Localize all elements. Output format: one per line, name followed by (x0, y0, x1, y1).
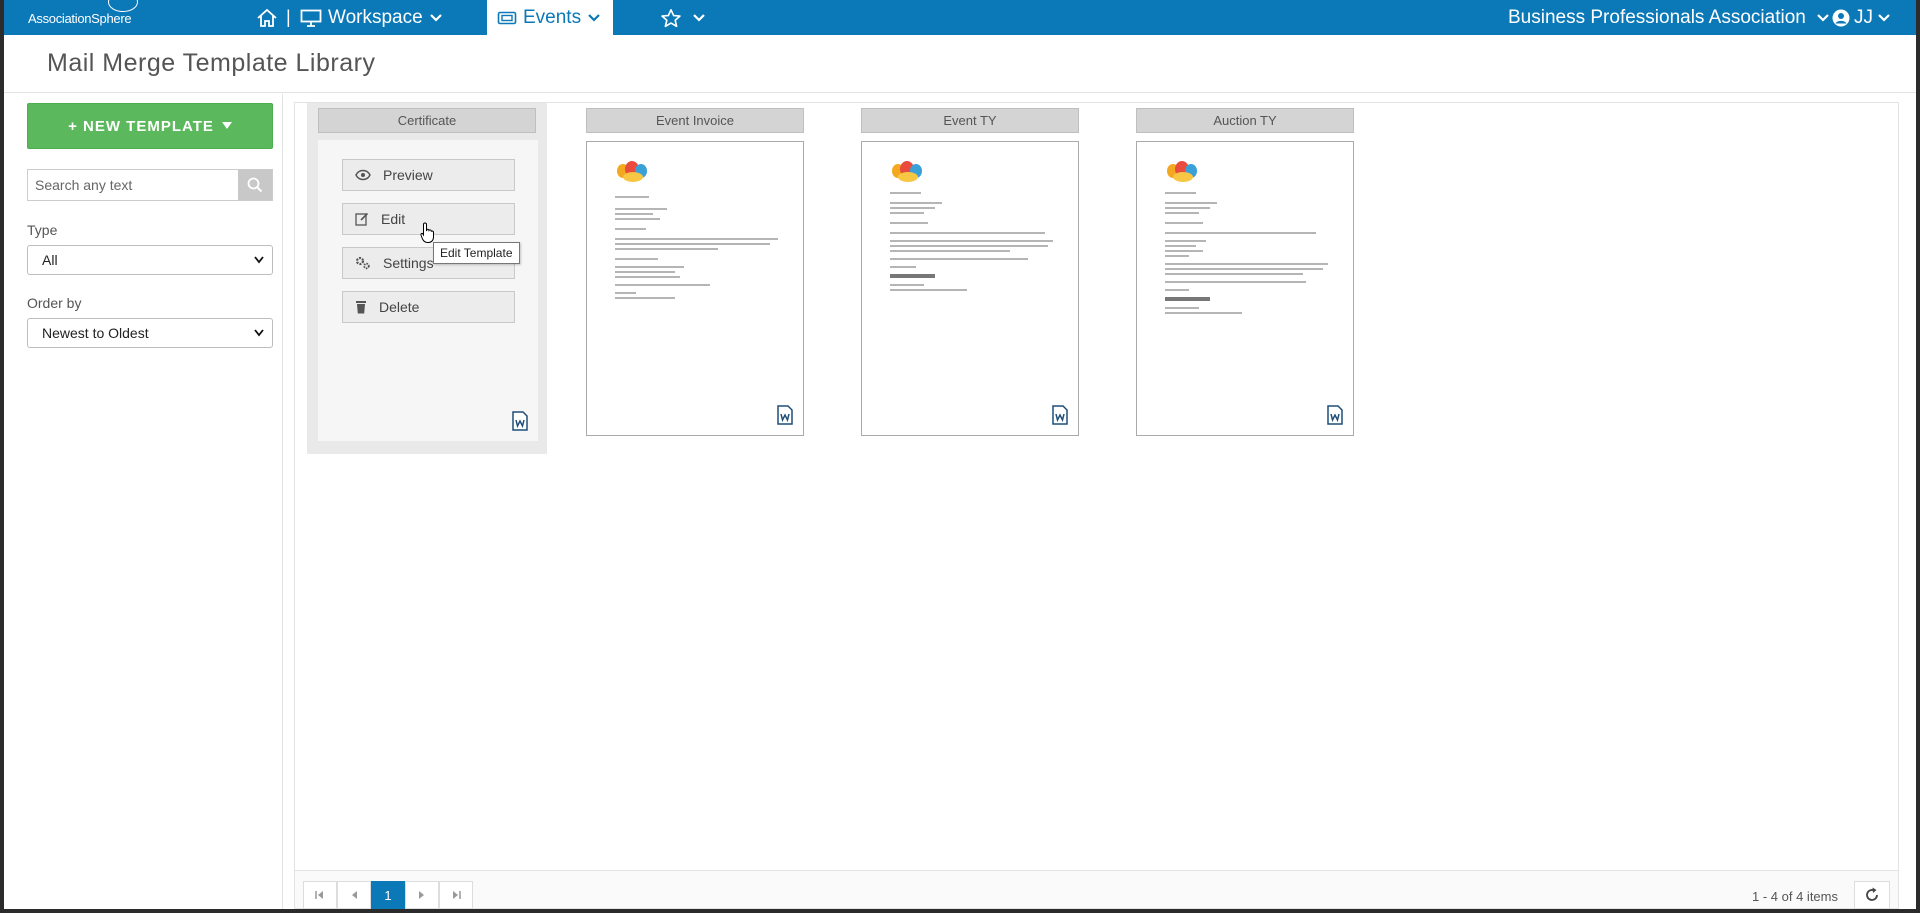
chevron-down-icon (693, 13, 705, 22)
ticket-icon (497, 11, 517, 24)
template-grid: Certificate Preview Edit Settings Delete… (294, 102, 1899, 909)
search-icon (247, 177, 263, 193)
delete-label: Delete (379, 299, 420, 315)
gears-icon (355, 256, 370, 270)
document-preview (1165, 158, 1337, 314)
monitor-icon (300, 9, 322, 27)
chevron-down-icon (1817, 13, 1829, 22)
template-title: Certificate (318, 108, 536, 133)
order-select-value: Newest to Oldest (42, 325, 149, 341)
order-select[interactable]: Newest to Oldest (27, 318, 273, 348)
previous-page-button[interactable] (337, 881, 371, 909)
previous-icon (352, 891, 357, 899)
nav-separator: | (286, 7, 291, 27)
caret-down-icon (221, 122, 232, 129)
type-label: Type (27, 222, 58, 238)
template-title: Auction TY (1136, 108, 1354, 133)
refresh-icon (1866, 887, 1878, 901)
pagination-bar: 1 1 - 4 of 4 items (295, 870, 1898, 909)
search-button[interactable] (238, 170, 272, 200)
page-header: Mail Merge Template Library (4, 35, 1916, 93)
filter-sidebar: + NEW TEMPLATE Type All Order by Newest … (4, 94, 283, 909)
page-number-button[interactable]: 1 (371, 881, 405, 909)
template-title: Event TY (861, 108, 1079, 133)
template-thumbnail (586, 141, 804, 436)
delete-button[interactable]: Delete (342, 291, 515, 323)
chevron-down-icon (254, 256, 264, 264)
template-thumbnail (861, 141, 1079, 436)
preview-label: Preview (383, 167, 433, 183)
template-title: Event Invoice (586, 108, 804, 133)
document-preview (890, 158, 1062, 291)
logo-icon (1165, 158, 1201, 184)
next-page-button[interactable] (405, 881, 439, 909)
logo-icon (615, 158, 651, 184)
preview-button[interactable]: Preview (342, 159, 515, 191)
edit-label: Edit (381, 211, 406, 227)
template-card-certificate[interactable]: Certificate Preview Edit Settings Delete (307, 103, 547, 454)
favorites-menu[interactable] (660, 0, 706, 35)
chevron-down-icon (588, 13, 600, 22)
user-circle-icon (1832, 9, 1850, 26)
nav-workspace-label: Workspace (328, 6, 423, 28)
first-page-icon (315, 891, 323, 899)
edit-tooltip: Edit Template (433, 242, 520, 264)
document-preview (615, 158, 787, 299)
word-document-icon (1327, 405, 1343, 425)
logo-icon (890, 158, 926, 184)
type-select[interactable]: All (27, 245, 273, 275)
word-document-icon (512, 411, 528, 431)
items-count: 1 - 4 of 4 items (1752, 889, 1838, 904)
settings-label: Settings (383, 255, 434, 271)
nav-events-menu[interactable]: Events (487, 0, 613, 35)
template-actions-panel: Preview Edit Settings Delete (318, 140, 538, 441)
star-icon (661, 8, 681, 27)
last-page-icon (453, 891, 461, 899)
edit-icon (355, 212, 369, 226)
organization-menu[interactable]: Business Professionals Association (1508, 0, 1830, 35)
organization-name: Business Professionals Association (1508, 6, 1806, 28)
type-select-value: All (42, 252, 58, 268)
home-icon[interactable] (256, 0, 278, 35)
search-input[interactable] (28, 170, 238, 200)
refresh-button[interactable] (1854, 881, 1890, 909)
word-document-icon (777, 405, 793, 425)
chevron-down-icon (254, 329, 264, 337)
new-template-label: + NEW TEMPLATE (68, 117, 214, 135)
search-box (27, 169, 273, 201)
chevron-down-icon (1878, 13, 1890, 22)
new-template-button[interactable]: + NEW TEMPLATE (27, 103, 273, 149)
eye-icon (355, 169, 371, 181)
trash-icon (356, 301, 366, 314)
nav-events-label: Events (523, 6, 582, 28)
template-thumbnail (1136, 141, 1354, 436)
top-navigation-bar: AssociationSphere | Workspace Events Bus… (4, 0, 1916, 35)
next-icon (419, 891, 424, 899)
hand-cursor-icon (420, 222, 434, 243)
chevron-down-icon (429, 13, 442, 22)
user-menu[interactable]: JJ (1832, 0, 1891, 35)
last-page-button[interactable] (439, 881, 473, 909)
word-document-icon (1052, 405, 1068, 425)
order-label: Order by (27, 295, 82, 311)
nav-workspace-menu[interactable]: Workspace (300, 0, 443, 35)
first-page-button[interactable] (303, 881, 337, 909)
user-initials: JJ (1854, 6, 1873, 28)
page-title: Mail Merge Template Library (47, 49, 376, 77)
